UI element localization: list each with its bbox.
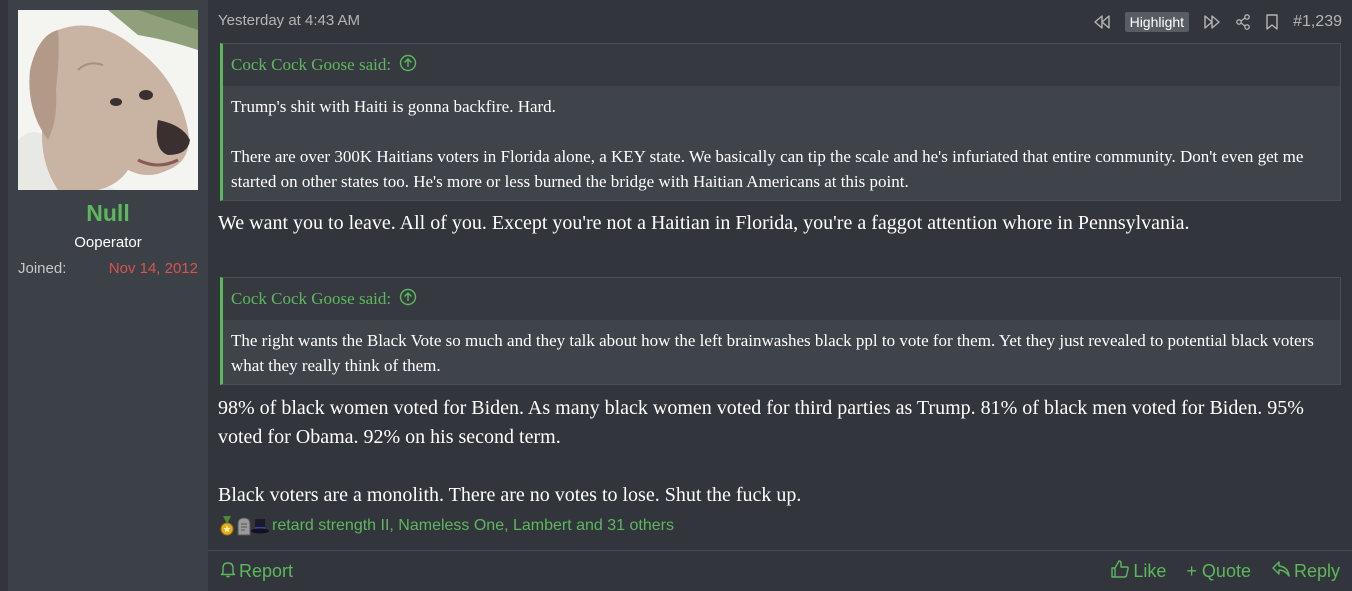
bell-icon: [220, 560, 236, 583]
fast-forward-icon[interactable]: [1203, 15, 1221, 29]
post-date[interactable]: Yesterday at 4:43 AM: [218, 12, 360, 29]
report-button[interactable]: Report: [220, 560, 293, 583]
thumbs-up-icon: [1110, 559, 1130, 584]
quote-header[interactable]: Cock Cock Goose said:: [223, 44, 1340, 86]
quote-line: Trump's shit with Haiti is gonna backfir…: [231, 97, 556, 116]
top-hat-icon: [250, 516, 269, 536]
post-text: We want you to leave. All of you. Except…: [218, 212, 1190, 234]
like-button[interactable]: Like: [1110, 559, 1166, 584]
joined-label: Joined:: [18, 260, 67, 277]
rewind-icon[interactable]: [1093, 15, 1111, 29]
quote-header[interactable]: Cock Cock Goose said:: [223, 278, 1340, 320]
reply-button[interactable]: Reply: [1271, 560, 1340, 583]
quote-line: There are over 300K Haitians voters in F…: [231, 147, 1304, 191]
user-panel: Null Ooperator Joined: Nov 14, 2012: [8, 0, 208, 591]
quote-body: Trump's shit with Haiti is gonna backfir…: [223, 86, 1340, 202]
share-icon[interactable]: [1235, 14, 1251, 30]
user-title: Ooperator: [74, 234, 142, 251]
joined-date: Nov 14, 2012: [108, 260, 198, 277]
reaction-icons: [218, 516, 269, 536]
highlight-button[interactable]: Highlight: [1124, 12, 1190, 32]
report-label: Report: [239, 560, 294, 581]
quote-author[interactable]: Cock Cock Goose said:: [231, 55, 391, 75]
reactions-bar[interactable]: retard strength II, Nameless One, Lamber…: [218, 516, 674, 536]
bookmark-icon[interactable]: [1265, 14, 1279, 30]
quote-line: The right wants the Black Vote so much a…: [231, 331, 1314, 375]
post-number[interactable]: #1,239: [1293, 13, 1342, 31]
arrow-up-circle-icon[interactable]: [399, 288, 417, 311]
post-text: Black voters are a monolith. There are n…: [218, 484, 802, 506]
arrow-up-circle-icon[interactable]: [399, 54, 417, 77]
post-content: Yesterday at 4:43 AM Highlight #1,239 Co…: [208, 0, 1352, 591]
quote-block: Cock Cock Goose said: The right wants th…: [220, 277, 1341, 385]
reply-label: Reply: [1293, 560, 1340, 581]
avatar[interactable]: [18, 10, 198, 190]
reactions-users[interactable]: retard strength II, Nameless One, Lamber…: [272, 517, 674, 535]
post-text: 98% of black women voted for Biden. As m…: [218, 397, 1304, 448]
quote-block: Cock Cock Goose said: Trump's shit with …: [220, 43, 1341, 201]
quote-button[interactable]: + Quote: [1186, 561, 1251, 582]
dog-avatar-image: [18, 10, 198, 190]
username[interactable]: Null: [8, 200, 208, 227]
quote-body: The right wants the Black Vote so much a…: [223, 320, 1340, 386]
post-footer: Report Like + Quote Reply: [208, 550, 1352, 591]
like-label: Like: [1133, 560, 1167, 581]
post-actions: Highlight #1,239: [1093, 10, 1342, 34]
reply-arrow-icon: [1271, 560, 1291, 583]
quote-author[interactable]: Cock Cock Goose said:: [231, 289, 391, 309]
